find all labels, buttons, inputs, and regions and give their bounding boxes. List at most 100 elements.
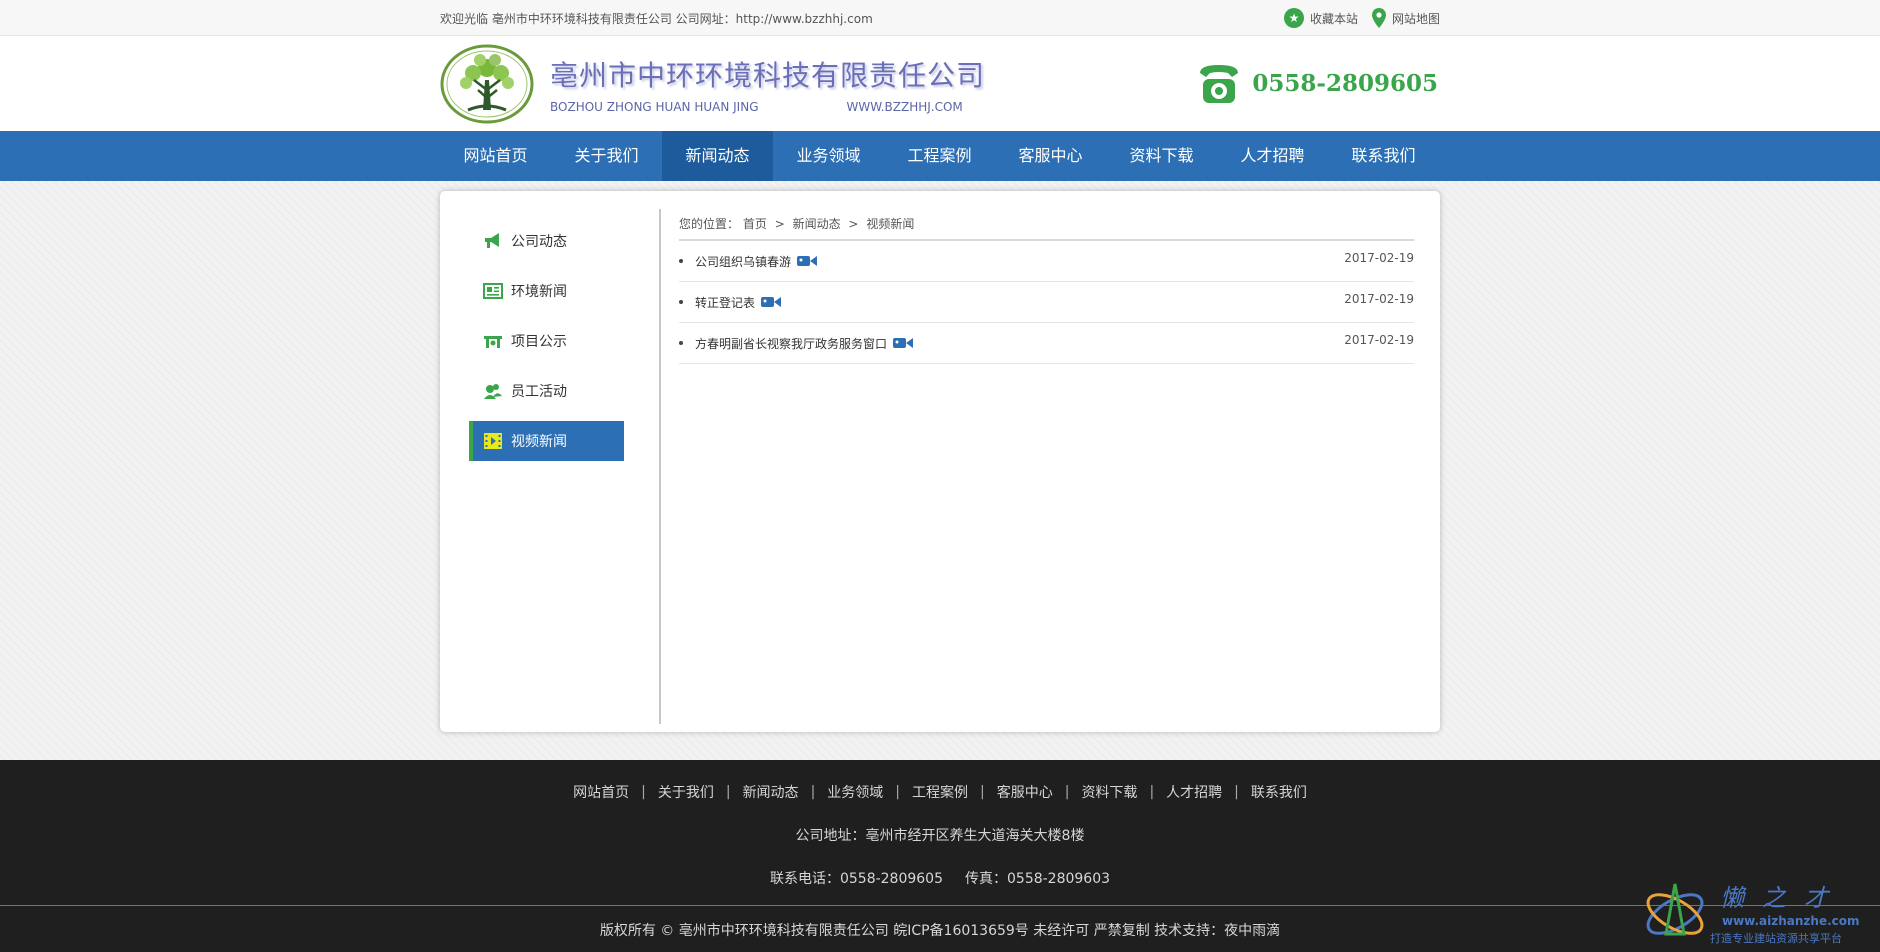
news-date: 2017-02-19 (1344, 251, 1414, 265)
list-item: 公司组织乌镇春游 2017-02-19 (679, 241, 1414, 282)
footer-nav: 网站首页 | 关于我们 | 新闻动态 | 业务领域 | 工程案例 | 客服中心 | 资料下载… (0, 782, 1880, 802)
sidebar-item-project-notice[interactable]: 项目公示 (469, 321, 624, 361)
sitemap-link[interactable]: 网站地图 (1371, 8, 1440, 28)
watermark: 懒之才 www.aizhanzhe.com 打造专业建站资源共享平台 (1638, 874, 1868, 948)
footer-separator: | (1234, 784, 1239, 800)
nav-item-news[interactable]: 新闻动态 (662, 131, 773, 181)
footer-link-service[interactable]: 客服中心 (997, 782, 1053, 802)
bullet (679, 300, 683, 304)
sidebar-item-label: 公司动态 (511, 234, 567, 250)
breadcrumb-home[interactable]: 首页 (743, 217, 767, 231)
footer-separator: | (1149, 784, 1155, 800)
footer-divider (0, 905, 1880, 906)
footer-link-about[interactable]: 关于我们 (658, 782, 714, 802)
tree-logo-icon (440, 44, 534, 123)
site-header: 亳州市中环环境科技有限责任公司 BOZHOU ZHONG HUAN HUAN J… (0, 36, 1880, 131)
newspaper-icon (483, 283, 503, 299)
footer-separator: | (895, 784, 900, 800)
news-title: 转正登记表 (695, 295, 756, 310)
sidebar-item-company-news[interactable]: 公司动态 (469, 221, 624, 261)
nav-item-cases[interactable]: 工程案例 (884, 131, 995, 181)
footer-address: 公司地址：亳州市经开区养生大道海关大楼8楼 (795, 828, 1085, 844)
nav-item-about[interactable]: 关于我们 (551, 131, 662, 181)
top-bar: 欢迎光临 亳州市中环环境科技有限责任公司 公司网址：http://www.bzz… (0, 0, 1880, 36)
news-link[interactable]: 公司组织乌镇春游 (679, 253, 818, 270)
company-name-en: BOZHOU ZHONG HUAN HUAN JING (550, 99, 759, 114)
people-icon (484, 384, 502, 399)
watermark-url: www.aizhanzhe.com (1722, 914, 1860, 928)
footer-link-jobs[interactable]: 人才招聘 (1166, 782, 1222, 802)
film-icon (484, 433, 502, 449)
news-title: 方春明副省长视察我厅政务服务窗口 (695, 336, 888, 351)
brand-text: 亳州市中环环境科技有限责任公司 BOZHOU ZHONG HUAN HUAN J… (550, 54, 985, 114)
footer-copyright: 版权所有 © 亳州市中环环境科技有限责任公司 皖ICP备16013659号 未经… (599, 923, 1281, 939)
nav-item-home[interactable]: 网站首页 (440, 131, 551, 181)
footer-link-contact[interactable]: 联系我们 (1251, 782, 1307, 802)
nav-item-business[interactable]: 业务领域 (773, 131, 884, 181)
news-title: 公司组织乌镇春游 (695, 254, 792, 269)
phone-number: 0558-2809605 (1252, 70, 1438, 97)
breadcrumb-current: 视频新闻 (866, 217, 915, 231)
bullet (679, 341, 683, 345)
sidebar-item-label: 员工活动 (511, 384, 567, 400)
company-website: WWW.BZZHHJ.COM (846, 99, 963, 114)
news-link[interactable]: 转正登记表 (679, 294, 782, 311)
nav-item-contact[interactable]: 联系我们 (1328, 131, 1439, 181)
sitemap-label: 网站地图 (1391, 11, 1440, 26)
footer-separator: | (725, 784, 731, 800)
footer-contact: 联系电话：0558-2809605 传真：0558-2809603 (0, 868, 1880, 888)
breadcrumb-news[interactable]: 新闻动态 (793, 217, 841, 231)
list-item: 方春明副省长视察我厅政务服务窗口 2017-02-19 (679, 323, 1414, 364)
sidebar-item-label: 环境新闻 (511, 284, 567, 300)
bullet (679, 259, 683, 263)
watermark-slogan: 打造专业建站资源共享平台 (1710, 932, 1842, 945)
sidebar-item-label: 项目公示 (511, 334, 567, 350)
breadcrumb-separator: > (848, 217, 859, 231)
sidebar-item-label: 视频新闻 (511, 434, 567, 450)
footer-separator: | (641, 784, 646, 800)
footer-fax: 传真：0558-2809603 (965, 871, 1111, 887)
news-content: 您的位置： 首页 > 新闻动态 > 视频新闻 公司组织乌镇春游 2017-02-… (679, 215, 1414, 364)
footer-link-downloads[interactable]: 资料下载 (1081, 782, 1137, 802)
sidebar-item-staff-activities[interactable]: 员工活动 (469, 371, 624, 411)
megaphone-icon (485, 233, 499, 248)
footer-separator: | (980, 784, 985, 800)
footer-separator: | (810, 784, 816, 800)
company-name-cn: 亳州市中环环境科技有限责任公司 (550, 58, 986, 92)
vertical-divider (659, 209, 661, 724)
breadcrumb: 您的位置： 首页 > 新闻动态 > 视频新闻 (679, 215, 1414, 241)
news-date: 2017-02-19 (1344, 333, 1414, 347)
sidebar-item-video-news[interactable]: 视频新闻 (469, 421, 624, 461)
location-pin-icon (1371, 8, 1386, 28)
nav-item-service[interactable]: 客服中心 (995, 131, 1106, 181)
nav-item-downloads[interactable]: 资料下载 (1106, 131, 1217, 181)
breadcrumb-prefix: 您的位置： (679, 217, 740, 231)
footer-link-business[interactable]: 业务领域 (827, 782, 883, 802)
list-item: 转正登记表 2017-02-19 (679, 282, 1414, 323)
sidebar: 公司动态 环境新闻 项目公示 员工活动 视频新闻 (469, 221, 624, 471)
footer-link-home[interactable]: 网站首页 (573, 782, 629, 802)
news-list: 公司组织乌镇春游 2017-02-19 转正登记表 2017-02-19 方春明… (679, 241, 1414, 364)
news-link[interactable]: 方春明副省长视察我厅政务服务窗口 (679, 335, 914, 352)
content-panel: 公司动态 环境新闻 项目公示 员工活动 视频新闻 您的位置： 首页 > 新闻动态… (440, 191, 1440, 732)
footer-phone: 联系电话：0558-2809605 (769, 871, 943, 887)
star-icon: ★ (1283, 8, 1304, 28)
footer-link-cases[interactable]: 工程案例 (912, 782, 968, 802)
main-nav: 网站首页 关于我们 新闻动态 业务领域 工程案例 客服中心 资料下载 人才招聘 … (0, 131, 1880, 181)
breadcrumb-separator: > (774, 217, 785, 231)
footer-link-news[interactable]: 新闻动态 (743, 782, 799, 802)
welcome-text: 欢迎光临 亳州市中环环境科技有限责任公司 公司网址：http://www.bzz… (440, 11, 873, 26)
video-camera-icon (761, 297, 782, 307)
favorite-label: 收藏本站 (1309, 11, 1358, 26)
brand[interactable]: 亳州市中环环境科技有限责任公司 BOZHOU ZHONG HUAN HUAN J… (440, 44, 985, 124)
header-phone: 0558-2809605 (1196, 63, 1438, 105)
watermark-logo-icon (1646, 883, 1704, 936)
top-links: ★ 收藏本站 网站地图 (1283, 8, 1440, 28)
watermark-title: 懒之才 (1720, 884, 1846, 912)
news-date: 2017-02-19 (1344, 292, 1414, 306)
favorite-link[interactable]: ★ 收藏本站 (1283, 8, 1358, 28)
brand-subline: BOZHOU ZHONG HUAN HUAN JING WWW.BZZHHJ.C… (550, 100, 985, 114)
tools-icon (484, 336, 502, 348)
nav-item-jobs[interactable]: 人才招聘 (1217, 131, 1328, 181)
sidebar-item-environment-news[interactable]: 环境新闻 (469, 271, 624, 311)
